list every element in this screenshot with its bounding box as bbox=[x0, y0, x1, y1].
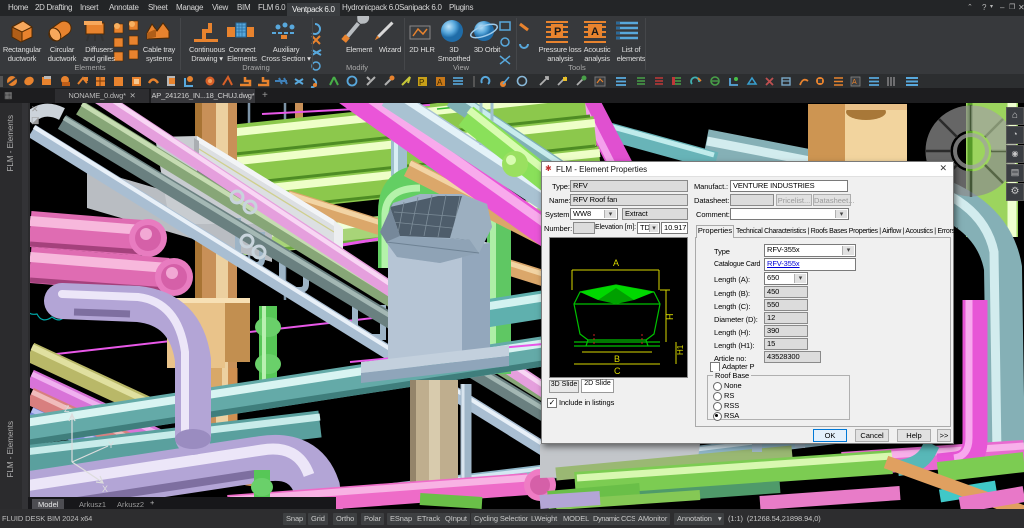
svg-text:H: H bbox=[665, 314, 675, 321]
svg-text:B: B bbox=[614, 354, 620, 364]
svg-text:Y: Y bbox=[108, 440, 114, 450]
svg-text:H1: H1 bbox=[676, 344, 685, 355]
svg-text:C: C bbox=[614, 366, 621, 376]
svg-text:A: A bbox=[613, 258, 619, 268]
svg-text:A: A bbox=[591, 26, 599, 38]
svg-text:P: P bbox=[419, 78, 424, 87]
svg-text:Z: Z bbox=[64, 404, 70, 414]
svg-text:A: A bbox=[437, 78, 443, 87]
svg-text:P: P bbox=[554, 26, 561, 38]
svg-text:X: X bbox=[102, 484, 108, 494]
svg-text:A: A bbox=[852, 79, 857, 86]
